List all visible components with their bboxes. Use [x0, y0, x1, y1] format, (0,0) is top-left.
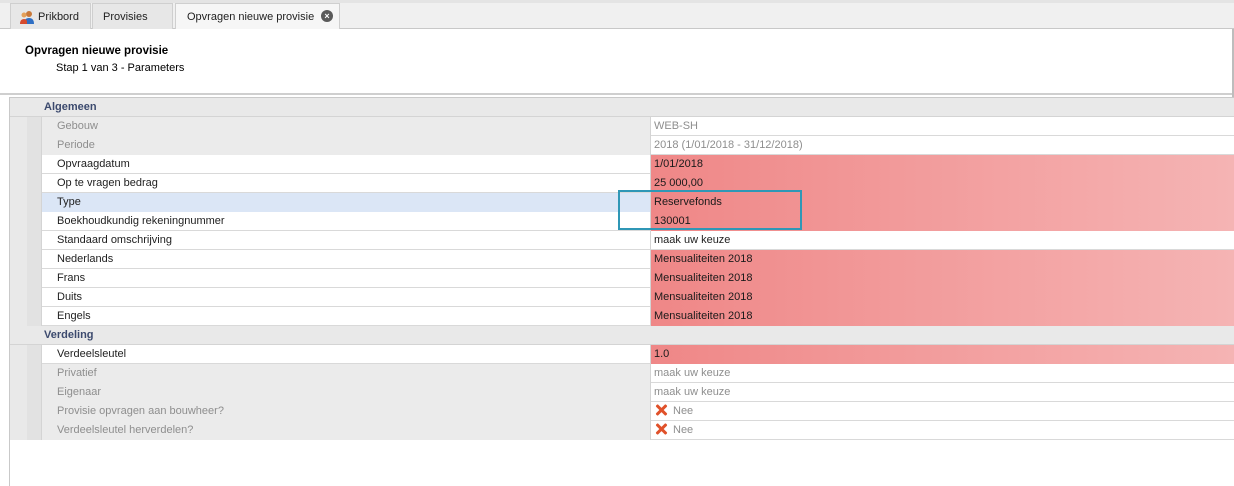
- red-x-icon: [654, 403, 668, 417]
- tab-label: Provisies: [103, 10, 148, 23]
- tab-strip: Prikbord Provisies Opvragen nieuwe provi…: [0, 0, 1234, 29]
- row-gutter: [10, 269, 42, 288]
- row-name: Privatief: [42, 364, 651, 383]
- content-footer: [9, 440, 1234, 486]
- row-name: Engels: [42, 307, 651, 326]
- page-header: Opvragen nieuwe provisie Stap 1 van 3 - …: [0, 29, 1234, 95]
- row-gutter: [10, 402, 42, 421]
- row-gutter: [10, 288, 42, 307]
- category-label: Verdeling: [44, 329, 94, 341]
- row-name: Verdeelsleutel herverdelen?: [42, 421, 651, 440]
- row-gutter: [10, 212, 42, 231]
- row-value: 2018 (1/01/2018 - 31/12/2018): [654, 139, 803, 151]
- row-gutter: [10, 250, 42, 269]
- row-value-select[interactable]: 1.0: [651, 345, 1234, 364]
- tab-label: Opvragen nieuwe provisie: [187, 10, 315, 23]
- row-name: Provisie opvragen aan bouwheer?: [42, 402, 651, 421]
- row-verdeelsleutel[interactable]: Verdeelsleutel 1.0: [10, 345, 1234, 364]
- page-title: Opvragen nieuwe provisie: [25, 45, 169, 57]
- row-verdeelsleutel-herverdelen[interactable]: Verdeelsleutel herverdelen? Nee: [10, 421, 1234, 440]
- row-gutter: [10, 231, 42, 250]
- row-name: Periode: [42, 136, 651, 155]
- toggle-label: Nee: [673, 405, 694, 417]
- row-value: maak uw keuze: [654, 367, 731, 379]
- row-value-input[interactable]: Mensualiteiten 2018: [651, 307, 1234, 326]
- tab-prikbord[interactable]: Prikbord: [10, 3, 91, 29]
- row-gutter: [10, 345, 42, 364]
- page-subtitle: Stap 1 van 3 - Parameters: [56, 62, 185, 74]
- toggle-label: Nee: [673, 424, 694, 436]
- row-value-select[interactable]: Reservefonds: [651, 193, 1234, 212]
- row-name: Type: [42, 193, 651, 212]
- row-name: Gebouw: [42, 117, 651, 136]
- row-eigenaar[interactable]: Eigenaar maak uw keuze: [10, 383, 1234, 402]
- row-gutter: [10, 193, 42, 212]
- row-name: Boekhoudkundig rekeningnummer: [42, 212, 651, 231]
- row-gutter: [10, 307, 42, 326]
- user-group-icon: [19, 9, 35, 25]
- row-value-input[interactable]: 130001: [651, 212, 1234, 231]
- row-name: Frans: [42, 269, 651, 288]
- row-privatief[interactable]: Privatief maak uw keuze: [10, 364, 1234, 383]
- category-label: Algemeen: [44, 101, 97, 113]
- row-nederlands[interactable]: Nederlands Mensualiteiten 2018: [10, 250, 1234, 269]
- row-type[interactable]: Type Reservefonds: [10, 193, 1234, 212]
- row-name: Opvraagdatum: [42, 155, 651, 174]
- row-provisie-opvragen-aan-bouwheer[interactable]: Provisie opvragen aan bouwheer? Nee: [10, 402, 1234, 421]
- row-name: Nederlands: [42, 250, 651, 269]
- row-gutter: [10, 383, 42, 402]
- row-value: WEB-SH: [654, 120, 698, 132]
- row-gutter: [10, 117, 42, 136]
- row-name: Standaard omschrijving: [42, 231, 651, 250]
- row-value-input[interactable]: 1/01/2018: [651, 155, 1234, 174]
- tab-label: Prikbord: [38, 10, 79, 23]
- category-algemeen[interactable]: Algemeen: [10, 98, 1234, 117]
- row-standaard-omschrijving[interactable]: Standaard omschrijving maak uw keuze: [10, 231, 1234, 250]
- close-icon[interactable]: ×: [321, 10, 333, 22]
- row-duits[interactable]: Duits Mensualiteiten 2018: [10, 288, 1234, 307]
- row-op-te-vragen-bedrag[interactable]: Op te vragen bedrag 25 000,00: [10, 174, 1234, 193]
- row-name: Eigenaar: [42, 383, 651, 402]
- row-gutter: [10, 136, 42, 155]
- row-value: maak uw keuze: [654, 386, 731, 398]
- row-name: Verdeelsleutel: [42, 345, 651, 364]
- row-boekhoudkundig-rekeningnummer[interactable]: Boekhoudkundig rekeningnummer 130001: [10, 212, 1234, 231]
- row-frans[interactable]: Frans Mensualiteiten 2018: [10, 269, 1234, 288]
- row-gutter: [10, 155, 42, 174]
- row-value-toggle[interactable]: Nee: [651, 402, 1234, 421]
- row-gebouw[interactable]: Gebouw WEB-SH: [10, 117, 1234, 136]
- property-grid: Algemeen Gebouw WEB-SH Periode 2018 (1/0…: [9, 97, 1234, 440]
- row-gutter: [10, 174, 42, 193]
- row-periode[interactable]: Periode 2018 (1/01/2018 - 31/12/2018): [10, 136, 1234, 155]
- category-verdeling[interactable]: Verdeling: [10, 326, 1234, 345]
- row-value-select[interactable]: maak uw keuze: [651, 231, 1234, 250]
- red-x-icon: [654, 422, 668, 436]
- row-value-input[interactable]: 25 000,00: [651, 174, 1234, 193]
- row-name: Op te vragen bedrag: [42, 174, 651, 193]
- row-name: Duits: [42, 288, 651, 307]
- row-gutter: [10, 421, 42, 440]
- tab-opvragen-nieuwe-provisie[interactable]: Opvragen nieuwe provisie ×: [175, 3, 340, 29]
- row-value-input[interactable]: Mensualiteiten 2018: [651, 250, 1234, 269]
- row-value-toggle[interactable]: Nee: [651, 421, 1234, 440]
- tab-provisies[interactable]: Provisies: [92, 3, 173, 29]
- row-engels[interactable]: Engels Mensualiteiten 2018: [10, 307, 1234, 326]
- row-value-input[interactable]: Mensualiteiten 2018: [651, 269, 1234, 288]
- row-value-input[interactable]: Mensualiteiten 2018: [651, 288, 1234, 307]
- row-gutter: [10, 364, 42, 383]
- row-opvraagdatum[interactable]: Opvraagdatum 1/01/2018: [10, 155, 1234, 174]
